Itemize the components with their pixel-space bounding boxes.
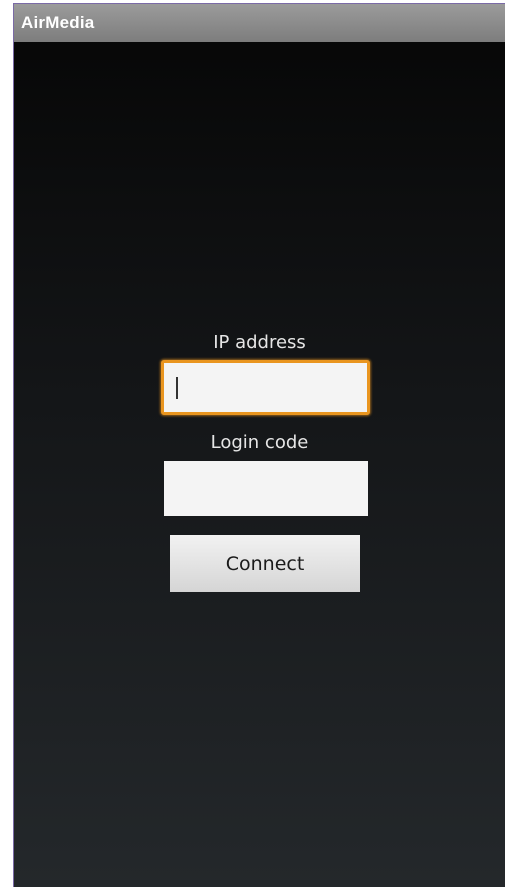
login-code-input[interactable]: [164, 461, 368, 516]
connect-form: IP address Login code Connect: [14, 4, 505, 887]
connect-button[interactable]: Connect: [170, 535, 360, 592]
app-window: AirMedia IP address Login code Connect: [13, 3, 505, 887]
login-code-label: Login code: [210, 432, 309, 453]
ip-address-input[interactable]: [161, 360, 370, 415]
ip-address-label: IP address: [213, 332, 306, 353]
text-cursor: [176, 377, 178, 399]
